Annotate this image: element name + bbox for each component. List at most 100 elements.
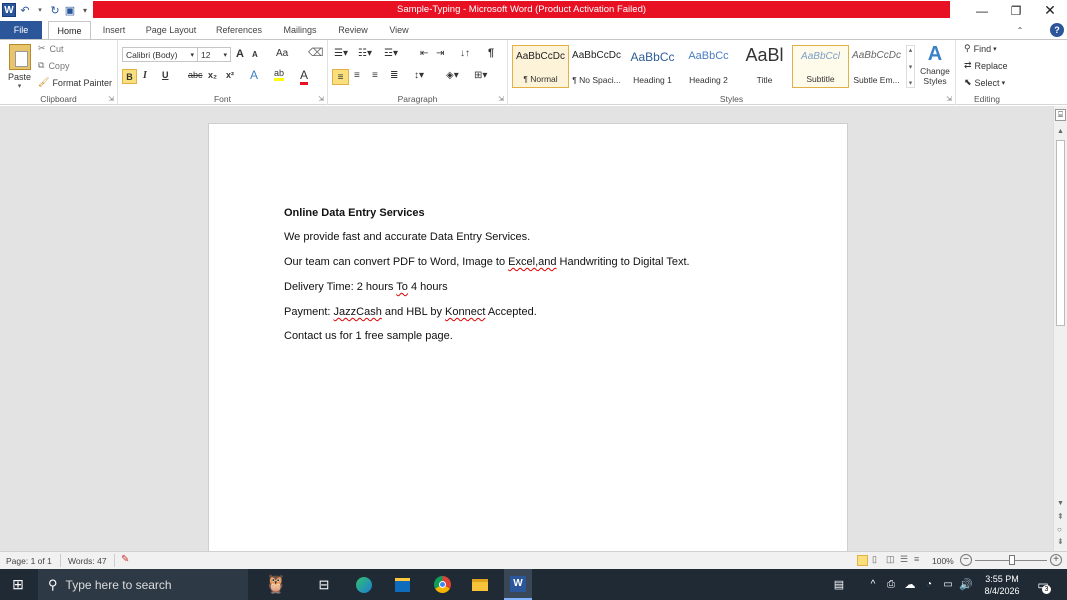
onedrive-icon[interactable]: ☁ — [902, 569, 918, 600]
wifi-icon[interactable]: ◔ — [922, 569, 936, 600]
format-painter-button[interactable]: 🖌 Format Painter — [38, 77, 112, 88]
document-page[interactable]: Online Data Entry Services We provide fa… — [209, 124, 847, 551]
font-color-icon[interactable]: A — [300, 68, 309, 85]
word-taskbar-icon[interactable]: W — [504, 569, 532, 600]
zoom-in-icon[interactable]: + — [1050, 554, 1062, 566]
meet-now-icon[interactable]: ⎙ — [884, 569, 898, 600]
spelling-error[interactable]: JazzCash — [334, 306, 382, 318]
taskbar-search-box[interactable]: ⚲ Type here to search — [38, 569, 248, 600]
show-formatting-button[interactable]: ¶ — [488, 47, 494, 59]
scrollbar-thumb[interactable] — [1056, 140, 1065, 326]
replace-button[interactable]: ⇄ Replace — [964, 60, 1008, 71]
align-center-icon[interactable]: ≡ — [354, 70, 360, 81]
volume-icon[interactable]: 🔊 — [958, 569, 974, 600]
more-icon[interactable]: ▾ — [909, 79, 913, 87]
highlight-icon[interactable]: ab — [274, 68, 285, 81]
underline-button[interactable]: U — [162, 70, 169, 80]
zoom-slider-handle[interactable] — [1009, 555, 1015, 565]
customize-qat-icon[interactable]: ▾ — [79, 6, 91, 15]
subscript-button[interactable]: x₂ — [208, 70, 217, 80]
find-button[interactable]: ⚲ Find ▾ — [964, 43, 997, 54]
justify-icon[interactable]: ≣ — [390, 70, 398, 81]
clock[interactable]: 3:55 PM 8/4/2026 — [978, 569, 1026, 600]
style-subtitle[interactable]: AaBbCcl Subtitle — [792, 45, 849, 88]
change-styles-button[interactable]: A Change Styles — [918, 43, 952, 86]
zoom-out-icon[interactable]: − — [960, 554, 972, 566]
store-icon[interactable] — [390, 569, 414, 600]
edge-icon[interactable] — [352, 569, 376, 600]
tab-page-layout[interactable]: Page Layout — [140, 21, 202, 39]
numbering-icon[interactable]: ☷▾ — [358, 48, 372, 59]
select-browse-object-icon[interactable]: ○ — [1057, 525, 1062, 534]
file-explorer-icon[interactable] — [468, 569, 492, 600]
outline-icon[interactable]: ☰ — [900, 554, 908, 565]
windows-start-icon[interactable]: ⊞ — [0, 569, 36, 600]
help-icon[interactable]: ? — [1050, 23, 1064, 37]
strikethrough-button[interactable]: abc — [188, 70, 203, 80]
minimize-ribbon-icon[interactable]: ⌃ — [1013, 21, 1027, 39]
tab-references[interactable]: References — [210, 21, 268, 39]
grow-font-button[interactable]: A — [236, 48, 244, 60]
tab-view[interactable]: View — [382, 21, 416, 39]
decrease-indent-icon[interactable]: ⇤ — [420, 48, 428, 59]
tab-review[interactable]: Review — [332, 21, 374, 39]
text-effects-icon[interactable]: A — [250, 68, 258, 82]
redo-icon[interactable]: ↻ — [49, 4, 61, 17]
copy-button[interactable]: ⧉ Copy — [38, 60, 69, 71]
style-title[interactable]: AaBl Title — [736, 45, 793, 88]
select-button[interactable]: ⬉ Select ▾ — [964, 77, 1005, 88]
document-line[interactable]: Our team can convert PDF to Word, Image … — [284, 256, 690, 268]
ruler-toggle-icon[interactable]: ⌸ — [1055, 109, 1066, 121]
undo-dropdown-icon[interactable]: ▾ — [34, 6, 46, 14]
save-icon[interactable]: ▣ — [64, 4, 76, 17]
tab-home[interactable]: Home — [48, 21, 91, 40]
previous-page-icon[interactable]: ⇞ — [1057, 512, 1064, 521]
document-line[interactable]: Delivery Time: 2 hours To 4 hours — [284, 281, 448, 293]
styles-launcher-icon[interactable]: ⇲ — [946, 95, 952, 103]
style-subtle-emphasis[interactable]: AaBbCcDc Subtle Em... — [848, 45, 905, 88]
print-layout-icon[interactable] — [857, 555, 868, 566]
vertical-scrollbar[interactable]: ⌸ ▲ ▼ ⇞ ○ ⇟ — [1053, 106, 1067, 551]
styles-gallery-scroll[interactable]: ▴ ▾ ▾ — [906, 45, 915, 88]
web-layout-icon[interactable]: ◫ — [886, 554, 895, 565]
style-no-spacing[interactable]: AaBbCcDc ¶ No Spaci... — [568, 45, 625, 88]
chevron-up-icon[interactable]: ▴ — [909, 46, 913, 54]
align-left-icon[interactable]: ≡ — [332, 69, 349, 85]
italic-button[interactable]: I — [143, 70, 147, 81]
zoom-level[interactable]: 100% — [932, 556, 954, 566]
undo-icon[interactable]: ↶ — [19, 4, 31, 17]
scroll-down-icon[interactable]: ▼ — [1057, 500, 1064, 507]
style-normal[interactable]: AaBbCcDc ¶ Normal — [512, 45, 569, 88]
document-line[interactable]: Contact us for 1 free sample page. — [284, 330, 453, 342]
battery-icon[interactable]: ▭ — [940, 569, 956, 600]
page-count[interactable]: Page: 1 of 1 — [6, 556, 52, 566]
restore-button[interactable]: ❐ — [999, 0, 1033, 21]
font-size-box[interactable]: 12 ▾ — [197, 47, 231, 62]
line-spacing-icon[interactable]: ↕▾ — [414, 70, 424, 81]
bold-button[interactable]: B — [122, 69, 137, 84]
superscript-button[interactable]: x² — [226, 70, 234, 80]
document-line[interactable]: Payment: JazzCash and HBL by Konnect Acc… — [284, 306, 537, 318]
chevron-down-icon[interactable]: ▾ — [223, 51, 227, 59]
chevron-up-icon[interactable]: ^ — [866, 569, 880, 600]
task-view-icon[interactable]: ⊟ — [312, 569, 336, 600]
proofing-icon[interactable]: ✎ — [121, 554, 129, 565]
style-heading-1[interactable]: AaBbCc Heading 1 — [624, 45, 681, 88]
minimize-button[interactable]: — — [965, 0, 999, 21]
draft-icon[interactable]: ≡ — [914, 554, 919, 564]
font-name-box[interactable]: Calibri (Body) ▾ — [122, 47, 198, 62]
clipboard-launcher-icon[interactable]: ⇲ — [108, 95, 114, 103]
paste-button[interactable]: Paste ▾ — [8, 44, 31, 90]
chevron-down-icon[interactable]: ▾ — [909, 63, 913, 71]
next-page-icon[interactable]: ⇟ — [1057, 537, 1064, 546]
align-right-icon[interactable]: ≡ — [372, 70, 378, 81]
chevron-down-icon[interactable]: ▾ — [993, 45, 997, 53]
document-line[interactable]: We provide fast and accurate Data Entry … — [284, 231, 530, 243]
tab-file[interactable]: File — [0, 21, 42, 39]
shrink-font-button[interactable]: A — [252, 50, 258, 59]
spelling-error[interactable]: To — [396, 281, 408, 293]
document-heading[interactable]: Online Data Entry Services — [284, 207, 425, 219]
full-screen-reading-icon[interactable]: ▯ — [872, 554, 877, 565]
spelling-error[interactable]: Excel,and — [508, 256, 556, 268]
tab-insert[interactable]: Insert — [96, 21, 132, 39]
